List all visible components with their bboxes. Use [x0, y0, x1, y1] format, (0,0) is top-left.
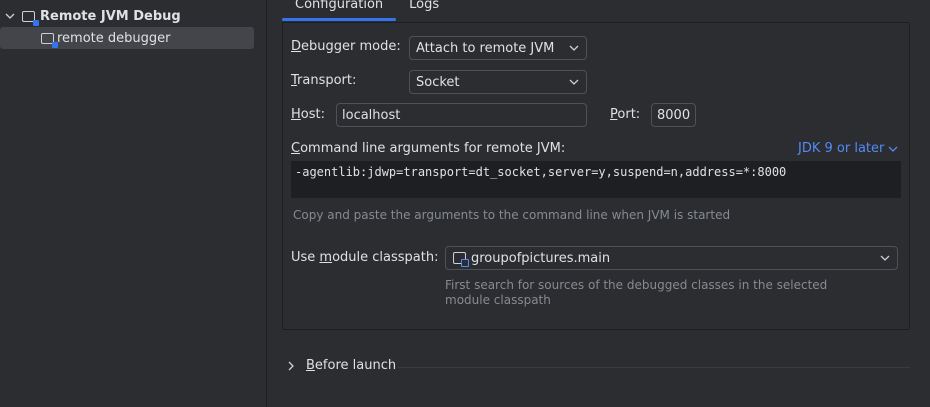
host-label: Host:	[291, 107, 325, 122]
tree-item-remote-debugger[interactable]: remote debugger	[0, 27, 254, 49]
chevron-down-icon[interactable]	[4, 10, 16, 22]
host-value: localhost	[342, 107, 401, 123]
cmd-args-field[interactable]: -agentlib:jdwp=transport=dt_socket,serve…	[291, 161, 901, 198]
cmd-args-label: Command line arguments for remote JVM:	[291, 141, 566, 156]
module-hint-line2: module classpath	[445, 293, 551, 307]
debugger-mode-value: Attach to remote JVM	[416, 40, 555, 56]
before-launch-toggle[interactable]: Before launch	[286, 358, 396, 373]
run-config-tree: Remote JVM Debug remote debugger	[0, 0, 267, 407]
section-divider	[398, 367, 910, 368]
module-classpath-value: groupofpictures.main	[471, 250, 611, 266]
cmd-args-hint: Copy and paste the arguments to the comm…	[293, 208, 731, 222]
module-hint-line1: First search for sources of the debugged…	[445, 278, 828, 292]
tab-logs[interactable]: Logs	[396, 0, 452, 20]
chevron-down-icon	[888, 146, 898, 152]
tree-group-remote-jvm-debug[interactable]: Remote JVM Debug	[4, 5, 181, 27]
transport-value: Socket	[416, 74, 460, 90]
port-value: 8000	[657, 107, 691, 123]
port-label: Port:	[610, 107, 641, 122]
before-launch-label: Before launch	[306, 358, 397, 373]
chevron-down-icon	[569, 45, 579, 51]
chevron-down-icon	[880, 255, 890, 261]
module-classpath-hint: First search for sources of the debugged…	[445, 278, 827, 308]
module-icon	[453, 252, 469, 267]
module-classpath-label: Use module classpath:	[291, 250, 439, 265]
remote-jvm-debug-icon	[22, 10, 39, 26]
tree-group-label: Remote JVM Debug	[40, 8, 181, 24]
debugger-mode-label: Debugger mode:	[291, 39, 401, 54]
module-classpath-select[interactable]: groupofpictures.main	[445, 246, 898, 270]
tab-bar: Configuration Logs	[282, 0, 452, 22]
tree-item-label: remote debugger	[57, 30, 171, 46]
host-input[interactable]: localhost	[336, 103, 587, 127]
transport-select[interactable]: Socket	[409, 70, 587, 94]
chevron-right-icon	[288, 361, 294, 370]
jdk-version-dropdown[interactable]: JDK 9 or later	[798, 141, 898, 156]
configuration-panel: Debugger mode: Attach to remote JVM Tran…	[282, 22, 910, 330]
tab-configuration[interactable]: Configuration	[282, 0, 397, 21]
cmd-args-value: -agentlib:jdwp=transport=dt_socket,serve…	[295, 165, 787, 179]
jdk-version-label: JDK 9 or later	[798, 141, 885, 156]
debugger-mode-select[interactable]: Attach to remote JVM	[409, 36, 587, 60]
transport-label: Transport:	[291, 73, 357, 88]
config-editor: Configuration Logs Debugger mode: Attach…	[267, 0, 930, 407]
chevron-down-icon	[569, 79, 579, 85]
port-input[interactable]: 8000	[651, 103, 696, 127]
run-config-icon	[41, 32, 58, 48]
